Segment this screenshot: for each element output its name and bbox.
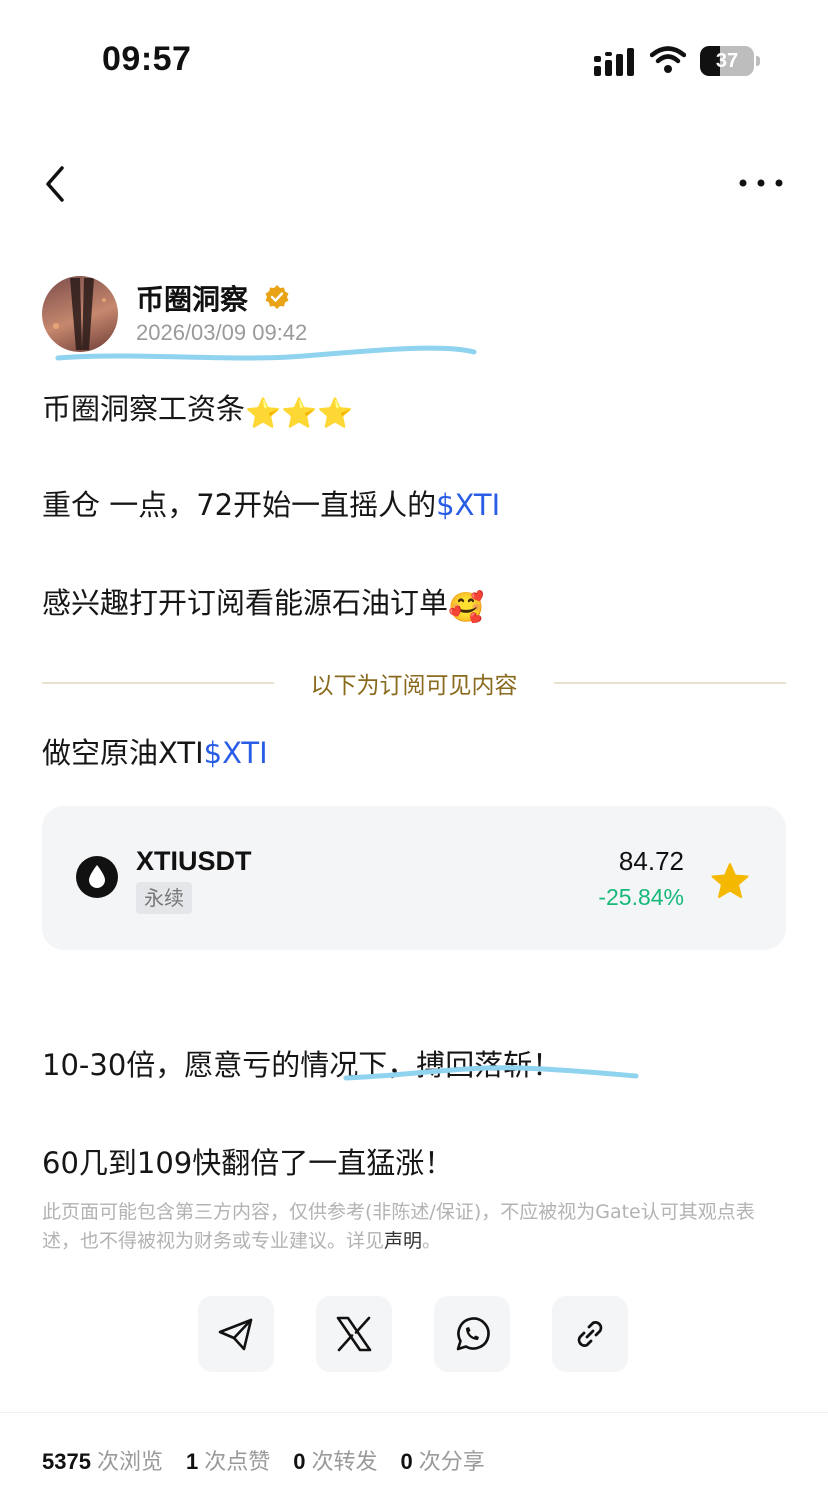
cellular-signal-icon (594, 48, 634, 76)
share-x-button[interactable] (316, 1296, 392, 1372)
ticker-price: 84.72 (618, 846, 684, 876)
star-icon[interactable] (710, 862, 750, 900)
reposts-label: 次转发 (311, 1450, 378, 1475)
post-line-4: 做空原油XTI$XTI (42, 730, 268, 772)
post-line-2: 重仓 一点，72开始一直摇人的$XTI (42, 482, 500, 524)
subscriber-divider: 以下为订阅可见内容 (42, 662, 786, 702)
post-line-6: 60几到109快翻倍了一直猛涨！ (42, 1146, 454, 1180)
ticker-link[interactable]: $XTI (204, 736, 268, 770)
post-line-3: 感兴趣打开订阅看能源石油订单🥰 (42, 580, 484, 625)
wifi-icon (650, 46, 686, 73)
battery-indicator: 37 (700, 46, 760, 76)
disclaimer-link[interactable]: 声明 (384, 1230, 422, 1252)
ticker-link[interactable]: $XTI (436, 488, 500, 522)
stars-emoji: ⭐⭐⭐ (245, 396, 354, 430)
post-line-2-text: 重仓 一点，72开始一直摇人的 (42, 488, 437, 522)
post-timestamp: 2026/03/09 09:42 (136, 320, 308, 345)
avatar[interactable] (42, 276, 118, 352)
ticker-change: -25.84% (598, 884, 684, 910)
post-title-text: 币圈洞察工资条 (42, 392, 246, 426)
status-bar: 09:57 37 (0, 0, 828, 110)
shares-label: 次分享 (418, 1450, 485, 1475)
author-name[interactable]: 币圈洞察 (136, 278, 248, 318)
copy-link-button[interactable] (552, 1296, 628, 1372)
chevron-left-icon[interactable] (36, 162, 76, 206)
post-line-3-text: 感兴趣打开订阅看能源石油订单 (42, 586, 449, 620)
post-line-5: 10-30倍，愿意亏的情况下，搏回落斩！ (42, 1048, 562, 1082)
post-line-title: 币圈洞察工资条⭐⭐⭐ (42, 386, 353, 431)
likes-label: 次点赞 (204, 1450, 271, 1475)
ticker-symbol: XTIUSDT (136, 846, 252, 876)
battery-level: 37 (715, 50, 739, 72)
link-icon (577, 1321, 603, 1347)
share-telegram-button[interactable] (198, 1296, 274, 1372)
post-author: 币圈洞察 2026/03/09 09:42 (42, 276, 742, 356)
telegram-icon (218, 1318, 253, 1351)
verified-badge-icon (265, 285, 289, 309)
share-whatsapp-button[interactable] (434, 1296, 510, 1372)
views-label: 次浏览 (96, 1450, 163, 1475)
oil-drop-icon (76, 856, 118, 898)
x-icon (336, 1316, 372, 1352)
footer-separator (0, 1412, 828, 1413)
smiling-hearts-emoji: 🥰 (448, 590, 485, 624)
ellipsis-icon[interactable] (736, 168, 786, 198)
ticker-card[interactable]: XTIUSDT 永续 84.72 -25.84% (42, 806, 786, 950)
top-nav (0, 150, 828, 220)
shares-count: 0 (400, 1449, 413, 1474)
post-line-4-text: 做空原油XTI (42, 736, 204, 770)
contract-type-badge: 永续 (136, 882, 192, 914)
status-time: 09:57 (102, 40, 192, 78)
reposts-count: 0 (293, 1449, 306, 1474)
disclaimer-end: 。 (422, 1230, 442, 1252)
whatsapp-icon (456, 1317, 490, 1351)
post-stats: 5375 次浏览 1 次点赞 0 次转发 0 次分享 (42, 1444, 501, 1476)
likes-count: 1 (185, 1449, 199, 1474)
views-count: 5375 (42, 1449, 91, 1474)
disclaimer: 此页面可能包含第三方内容，仅供参考(非陈述/保证)，不应被视为Gate认可其观点… (42, 1198, 790, 1256)
